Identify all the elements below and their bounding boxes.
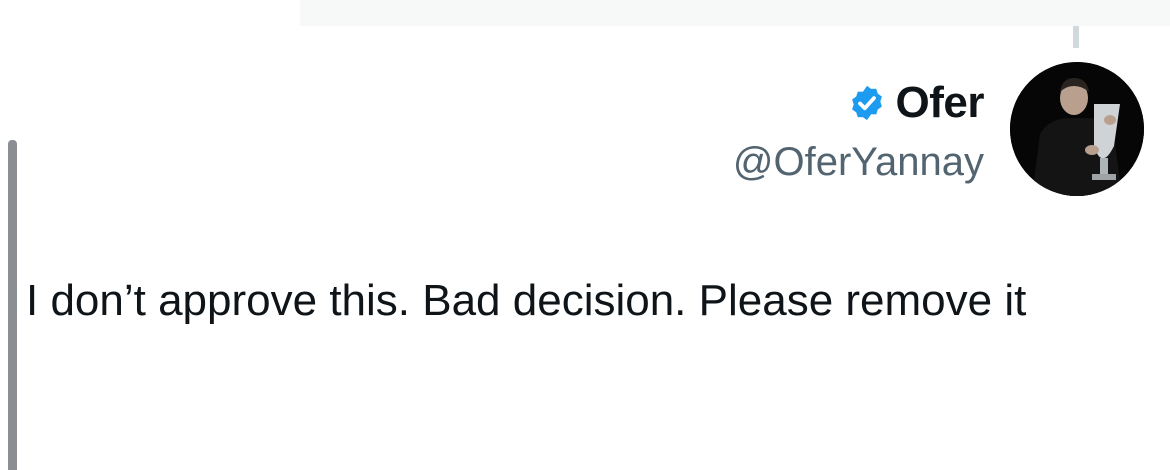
profile-photo-icon	[1010, 62, 1144, 196]
avatar[interactable]	[1010, 62, 1144, 196]
top-strip	[300, 0, 1170, 26]
tweet-text: I don’t approve this. Bad decision. Plea…	[26, 276, 1027, 325]
reply-connector-line	[1073, 26, 1079, 48]
verified-badge-icon	[848, 84, 886, 122]
name-row: Ofer	[733, 74, 985, 132]
author-handle[interactable]: @OferYannay	[733, 136, 984, 188]
tweet-author[interactable]: Ofer @OferYannay	[733, 74, 985, 188]
author-display-name[interactable]: Ofer	[896, 74, 985, 132]
thread-line	[8, 140, 17, 470]
